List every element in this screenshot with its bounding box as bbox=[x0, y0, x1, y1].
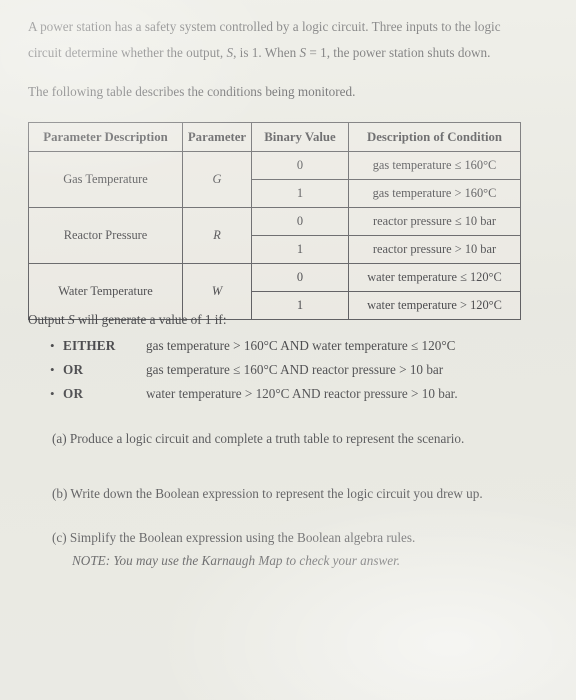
question-part-b: (b) Write down the Boolean expression to… bbox=[52, 486, 483, 501]
cell-description-reactor-pressure: Reactor Pressure bbox=[28, 207, 183, 264]
header-parameter: Parameter bbox=[182, 122, 252, 152]
output-intro: Output S will generate a value of 1 if: bbox=[28, 312, 227, 328]
cell-condition: water temperature ≤ 120°C bbox=[348, 263, 521, 292]
header-binary-value: Binary Value bbox=[251, 122, 349, 152]
question-part-a: (a) Produce a logic circuit and complete… bbox=[52, 431, 465, 446]
lead-sentence: The following table describes the condit… bbox=[28, 84, 356, 99]
output-intro-part-a: Output bbox=[28, 312, 68, 327]
cell-description-gas-temperature: Gas Temperature bbox=[28, 151, 183, 208]
cell-condition: reactor pressure > 10 bar bbox=[348, 235, 521, 264]
intro-line-2-part-c: = 1, the power station shuts down. bbox=[306, 45, 491, 60]
cell-binary-value: 0 bbox=[251, 151, 349, 180]
conjunction-label: OR bbox=[63, 362, 84, 377]
cell-condition: gas temperature ≤ 160°C bbox=[348, 151, 521, 180]
bullet-icon: • bbox=[50, 386, 55, 401]
intro-line-2-part-b: , is 1. When bbox=[233, 45, 300, 60]
conditions-table: Parameter Description Parameter Binary V… bbox=[28, 122, 521, 320]
intro-paragraph: A power station has a safety system cont… bbox=[28, 14, 544, 66]
table-header-row: Parameter Description Parameter Binary V… bbox=[28, 122, 521, 152]
condition-text: water temperature > 120°C AND reactor pr… bbox=[146, 386, 458, 401]
bullet-icon: • bbox=[50, 362, 55, 377]
list-item: • OR water temperature > 120°C AND react… bbox=[28, 382, 544, 406]
question-note: NOTE: You may use the Karnaugh Map to ch… bbox=[72, 553, 401, 568]
cell-binary-value: 0 bbox=[251, 207, 349, 236]
list-item: • EITHER gas temperature > 160°C AND wat… bbox=[28, 334, 544, 358]
cell-parameter-r: R bbox=[182, 207, 252, 264]
bullet-icon: • bbox=[50, 338, 55, 353]
header-parameter-description: Parameter Description bbox=[28, 122, 183, 152]
table-row: Reactor Pressure R 0 reactor pressure ≤ … bbox=[28, 207, 521, 264]
cell-binary-value: 1 bbox=[251, 179, 349, 208]
output-conditions-list: • EITHER gas temperature > 160°C AND wat… bbox=[28, 334, 544, 406]
list-item: • OR gas temperature ≤ 160°C AND reactor… bbox=[28, 358, 544, 382]
header-description-of-condition: Description of Condition bbox=[348, 122, 521, 152]
table-row: Gas Temperature G 0 gas temperature ≤ 16… bbox=[28, 151, 521, 208]
cell-binary-value: 1 bbox=[251, 291, 349, 320]
condition-text: gas temperature ≤ 160°C AND reactor pres… bbox=[146, 362, 444, 377]
conjunction-label: OR bbox=[63, 386, 84, 401]
variable-s-output: S bbox=[67, 312, 75, 327]
intro-line-2: circuit determine whether the output, S,… bbox=[28, 40, 544, 66]
conjunction-label: EITHER bbox=[63, 338, 116, 353]
cell-condition: reactor pressure ≤ 10 bar bbox=[348, 207, 521, 236]
condition-text: gas temperature > 160°C AND water temper… bbox=[146, 338, 456, 353]
table-row: Water Temperature W 0 water temperature … bbox=[28, 263, 521, 320]
conditions-table-wrapper: Parameter Description Parameter Binary V… bbox=[28, 122, 521, 320]
question-part-c: (c) Simplify the Boolean expression usin… bbox=[52, 530, 416, 545]
cell-binary-value: 0 bbox=[251, 263, 349, 292]
intro-line-1: A power station has a safety system cont… bbox=[28, 19, 501, 34]
intro-line-2-part-a: circuit determine whether the output, bbox=[28, 45, 227, 60]
cell-condition: gas temperature > 160°C bbox=[348, 179, 521, 208]
cell-condition: water temperature > 120°C bbox=[348, 291, 521, 320]
output-intro-part-b: will generate a value of 1 if: bbox=[74, 312, 227, 327]
cell-binary-value: 1 bbox=[251, 235, 349, 264]
cell-parameter-g: G bbox=[182, 151, 252, 208]
